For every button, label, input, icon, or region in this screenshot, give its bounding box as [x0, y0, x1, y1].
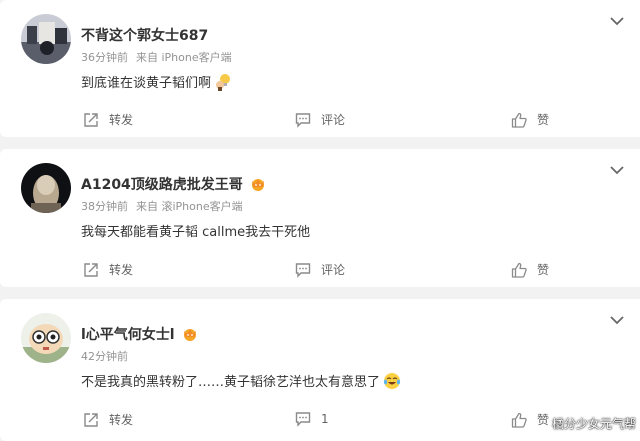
- repost-label: 转发: [109, 413, 134, 427]
- comment-button[interactable]: 评论: [295, 111, 345, 128]
- comment-card: A1204顶级路虎批发王哥 38分钟前 来自 滚iPhone客户端 我每天都能看黄…: [0, 149, 640, 287]
- watermark: 橘分少女元气帮: [551, 417, 636, 431]
- like-button[interactable]: 赞: [511, 411, 549, 428]
- comment-label: 评论: [321, 263, 346, 277]
- like-label: 赞: [537, 263, 550, 277]
- repost-button[interactable]: 转发: [83, 261, 133, 278]
- source-label: 来自 iPhone客户端: [136, 51, 232, 64]
- source-label: 来自 滚iPhone客户端: [136, 200, 243, 213]
- timestamp: 36分钟前: [81, 51, 128, 64]
- comment-card: l心平气何女士l 42分钟前 不是我真的黑转粉了……黄子韬徐艺洋也太有意思了 转…: [0, 299, 640, 441]
- avatar[interactable]: [21, 14, 71, 64]
- comment-button[interactable]: 1: [295, 411, 329, 427]
- like-label: 赞: [537, 413, 550, 427]
- like-button[interactable]: 赞: [511, 261, 549, 278]
- chevron-down-icon[interactable]: [610, 166, 624, 175]
- comment-meta: 42分钟前: [81, 348, 128, 364]
- crown-badge-icon: [249, 176, 267, 192]
- repost-icon: [84, 412, 98, 427]
- comment-text-content: 到底谁在谈黄子韬们啊: [81, 76, 212, 91]
- thumbs-up-icon: [511, 112, 527, 128]
- timestamp: 38分钟前: [81, 200, 128, 213]
- username-text[interactable]: l心平气何女士l: [81, 324, 175, 344]
- comment-icon: [295, 262, 311, 278]
- comment-text-content: 不是我真的黑转粉了……黄子韬徐艺洋也太有意思了: [81, 375, 381, 390]
- comment-label: 评论: [321, 113, 346, 127]
- username-text[interactable]: 不背这个郭女士687: [81, 25, 208, 45]
- repost-label: 转发: [109, 263, 134, 277]
- comment-count: 1: [321, 412, 329, 426]
- comment-card: 不背这个郭女士687 36分钟前 来自 iPhone客户端 到底谁在谈黄子韬们啊 …: [0, 0, 640, 137]
- repost-button[interactable]: 转发: [83, 111, 133, 128]
- comment-meta: 38分钟前 来自 滚iPhone客户端: [81, 198, 243, 214]
- comment-text: 我每天都能看黄子韬 callme我去干死他: [81, 221, 310, 240]
- avatar[interactable]: [21, 163, 71, 213]
- chevron-down-icon[interactable]: [610, 316, 624, 325]
- like-button[interactable]: 赞: [511, 111, 549, 128]
- comment-text-content: 我每天都能看黄子韬 callme我去干死他: [81, 225, 311, 240]
- repost-button[interactable]: 转发: [83, 411, 133, 428]
- thumbs-up-icon: [511, 262, 527, 278]
- repost-icon: [84, 262, 98, 277]
- crown-badge-icon: [181, 326, 199, 342]
- comment-meta: 36分钟前 来自 iPhone客户端: [81, 49, 232, 65]
- username-text[interactable]: A1204顶级路虎批发王哥: [81, 174, 243, 194]
- lightbulb-thinking-icon: [214, 73, 232, 91]
- like-label: 赞: [537, 113, 550, 127]
- username[interactable]: A1204顶级路虎批发王哥: [81, 174, 267, 194]
- comment-icon: [295, 412, 311, 427]
- username[interactable]: l心平气何女士l: [81, 324, 199, 344]
- username[interactable]: 不背这个郭女士687: [81, 25, 208, 45]
- avatar[interactable]: [21, 313, 71, 363]
- repost-label: 转发: [109, 113, 134, 127]
- timestamp: 42分钟前: [81, 350, 128, 363]
- repost-icon: [84, 112, 98, 127]
- comment-icon: [295, 112, 311, 128]
- thumbs-up-icon: [511, 412, 527, 428]
- comment-text: 到底谁在谈黄子韬们啊: [81, 72, 232, 91]
- comment-button[interactable]: 评论: [295, 261, 345, 278]
- chevron-down-icon[interactable]: [610, 17, 624, 26]
- laughing-tears-icon: [383, 372, 401, 390]
- comment-text: 不是我真的黑转粉了……黄子韬徐艺洋也太有意思了: [81, 371, 401, 390]
